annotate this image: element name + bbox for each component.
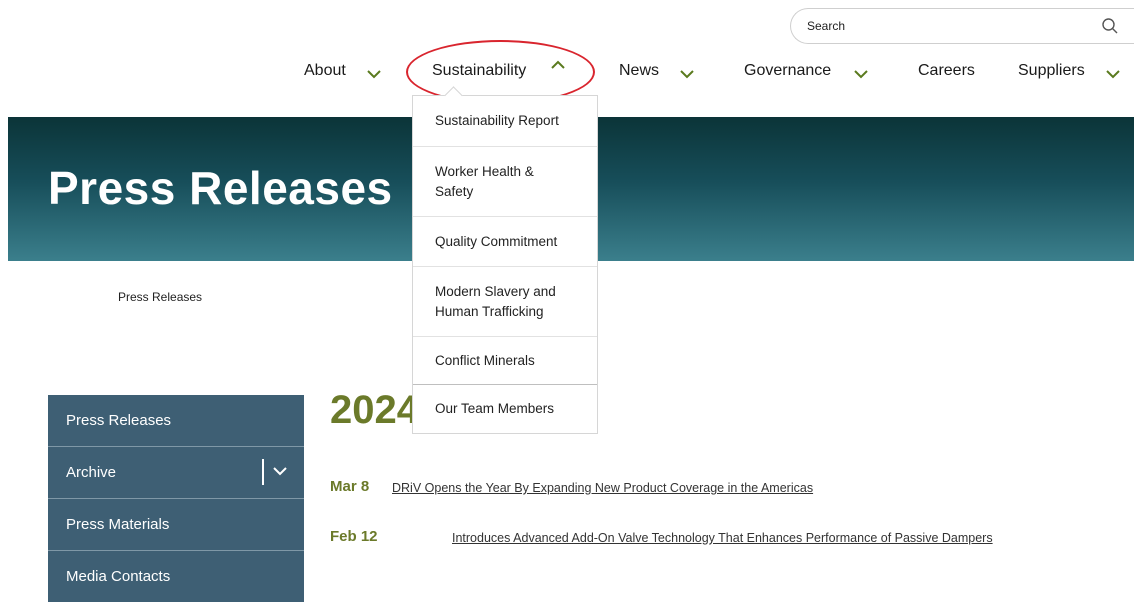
search-placeholder: Search — [807, 19, 846, 33]
nav-news[interactable]: News — [619, 62, 694, 80]
sustainability-dropdown-menu: Sustainability Report Worker Health & Sa… — [412, 86, 598, 434]
nav-sustainability[interactable]: Sustainability — [432, 60, 565, 80]
release-date: Mar 8 — [330, 478, 370, 495]
nav-news-label: News — [619, 62, 660, 79]
sidebar-item-media-contacts[interactable]: Media Contacts — [48, 551, 304, 602]
sidebar-item-archive[interactable]: Archive — [48, 447, 304, 498]
sidebar-item-label: Archive — [66, 464, 117, 481]
sidebar-item-press-releases[interactable]: Press Releases — [48, 395, 304, 446]
menu-item-label: Worker Health & Safety — [435, 163, 534, 199]
release-date: Feb 12 — [330, 528, 378, 545]
breadcrumb: Press Releases — [118, 290, 202, 304]
release-link[interactable]: Introduces Advanced Add-On Valve Technol… — [452, 531, 993, 545]
menu-item-quality-commitment[interactable]: Quality Commitment — [413, 216, 597, 266]
menu-item-label: Sustainability Report — [435, 113, 559, 128]
menu-item-label: Modern Slavery and Human Trafficking — [435, 283, 556, 319]
menu-item-label: Our Team Members — [435, 401, 555, 416]
search-input[interactable]: Search — [790, 8, 1134, 44]
nav-careers[interactable]: Careers — [918, 62, 975, 80]
nav-careers-label: Careers — [918, 62, 975, 79]
nav-suppliers[interactable]: Suppliers — [1018, 62, 1120, 80]
sidebar-item-label: Press Materials — [66, 516, 170, 533]
menu-item-sustainability-report[interactable]: Sustainability Report — [413, 96, 597, 146]
chevron-down-icon[interactable] — [272, 465, 288, 477]
menu-item-label: Quality Commitment — [435, 233, 558, 249]
chevron-up-icon — [551, 60, 565, 69]
sidebar-item-press-materials[interactable]: Press Materials — [48, 499, 304, 550]
menu-item-conflict-minerals[interactable]: Conflict Minerals — [413, 336, 597, 384]
nav-governance-label: Governance — [744, 62, 832, 79]
year-heading: 2024 — [330, 388, 419, 432]
menu-item-our-team-members[interactable]: Our Team Members — [413, 384, 597, 433]
menu-item-worker-health-safety[interactable]: Worker Health & Safety — [413, 146, 597, 216]
page-title: Press Releases — [48, 162, 393, 214]
chevron-down-icon — [680, 70, 694, 79]
search-icon[interactable] — [1101, 17, 1119, 35]
breadcrumb-current: Press Releases — [118, 290, 203, 304]
menu-item-modern-slavery[interactable]: Modern Slavery and Human Trafficking — [413, 266, 597, 336]
nav-sustainability-label: Sustainability — [432, 62, 527, 79]
sidebar-item-label: Press Releases — [66, 412, 172, 429]
nav-suppliers-label: Suppliers — [1018, 62, 1085, 79]
chevron-down-icon — [854, 70, 868, 79]
chevron-down-icon — [367, 70, 381, 79]
nav-about[interactable]: About — [304, 62, 381, 80]
menu-item-label: Conflict Minerals — [435, 352, 535, 368]
chevron-down-icon — [1106, 70, 1120, 79]
sidebar-item-label: Media Contacts — [66, 568, 171, 585]
release-link[interactable]: DRiV Opens the Year By Expanding New Pro… — [392, 481, 813, 495]
nav-about-label: About — [304, 62, 346, 79]
archive-toggle-divider — [262, 459, 264, 485]
nav-governance[interactable]: Governance — [744, 62, 868, 80]
